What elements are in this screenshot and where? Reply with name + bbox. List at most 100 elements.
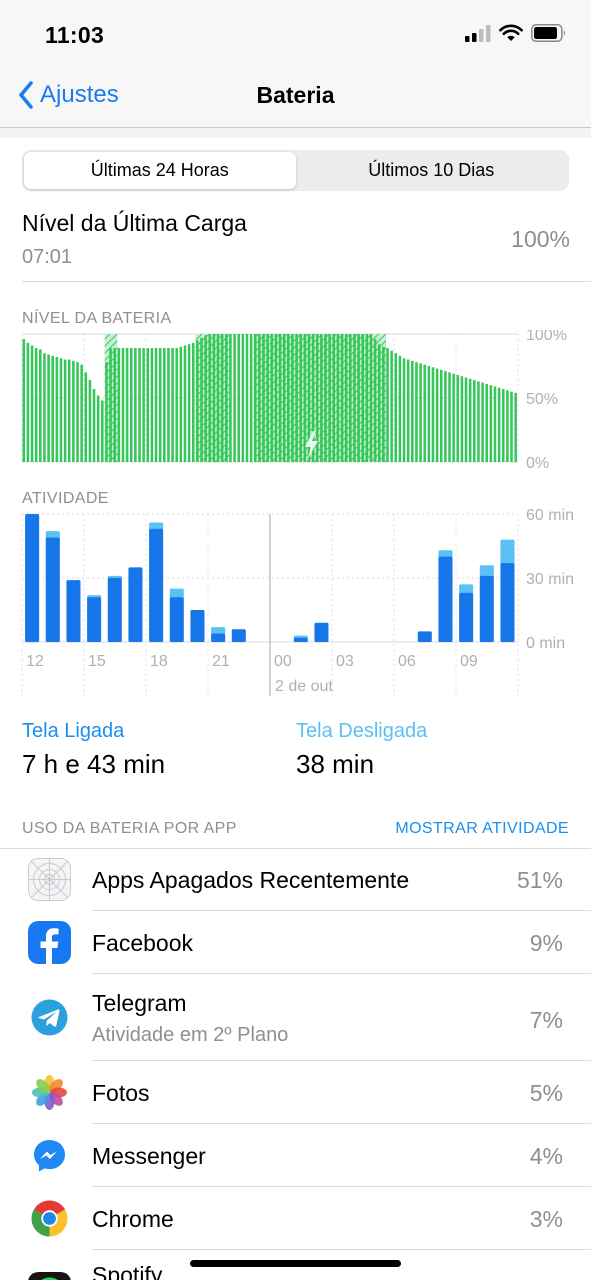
- battery-bar: [336, 334, 340, 462]
- activity-bar-screen-on: [25, 514, 40, 642]
- status-time: 11:03: [45, 22, 105, 48]
- activity-bar-screen-off: [438, 550, 453, 558]
- page-title: Bateria: [256, 82, 335, 108]
- battery-bar: [92, 389, 96, 462]
- app-name: Telegram: [92, 990, 187, 1016]
- facebook-icon: [28, 921, 71, 964]
- photos-icon: [28, 1071, 71, 1114]
- screen-off-label: Tela Desligada: [296, 720, 428, 742]
- x-tick-label: 03: [336, 653, 354, 670]
- activity-bar-screen-off: [500, 539, 515, 565]
- battery-bar: [101, 400, 104, 462]
- app-row-deleted-apps[interactable]: Apps Apagados Recentemente 51%: [0, 849, 591, 911]
- battery-bar: [191, 342, 195, 462]
- activity-bar-screen-off: [459, 584, 474, 594]
- app-subtitle: Atividade em 2º Plano: [92, 1024, 289, 1046]
- battery-bar: [121, 348, 125, 462]
- battery-bar: [452, 373, 455, 462]
- battery-bar: [26, 342, 30, 462]
- navigation-bar: Ajustes Bateria: [0, 70, 591, 128]
- battery-bar: [340, 334, 344, 462]
- battery-bar: [282, 334, 286, 462]
- battery-bar: [146, 348, 150, 462]
- activity-bar-screen-on: [314, 622, 329, 642]
- battery-bar: [427, 366, 431, 462]
- battery-bar: [167, 348, 170, 462]
- activity-bar-screen-on: [87, 597, 102, 642]
- activity-bar-screen-on: [438, 556, 453, 642]
- show-activity-button[interactable]: MOSTRAR ATIVIDADE: [395, 820, 569, 838]
- battery-bar: [76, 362, 79, 462]
- spotify-icon: [28, 1272, 71, 1280]
- battery-bar: [72, 360, 75, 462]
- content-top-band: [0, 128, 591, 138]
- activity-tick-label: 60 min: [526, 508, 574, 524]
- screen-off-value: 38 min: [296, 749, 375, 779]
- activity-tick-label: 30 min: [526, 571, 574, 588]
- battery-bar: [262, 334, 265, 462]
- battery-bar: [39, 349, 42, 462]
- last-charge-time: 07:01: [22, 246, 73, 268]
- app-name: Spotify: [92, 1262, 163, 1280]
- battery-bar: [444, 371, 447, 462]
- battery-bar: [88, 380, 92, 462]
- activity-bar-screen-off: [45, 531, 60, 539]
- battery-bar: [204, 335, 207, 462]
- home-indicator[interactable]: [190, 1260, 401, 1267]
- app-percent: 9%: [529, 930, 563, 956]
- battery-icon: [531, 24, 565, 42]
- app-row-messenger[interactable]: Messenger 4%: [0, 1124, 591, 1187]
- segment-last-10-days[interactable]: Últimos 10 Dias: [296, 152, 568, 189]
- activity-bar-screen-on: [417, 631, 432, 642]
- chrome-icon: [28, 1197, 71, 1240]
- last-charge-title: Nível da Última Carga: [22, 210, 247, 236]
- battery-bar: [63, 359, 67, 462]
- battery-bar: [175, 348, 178, 462]
- activity-bar-screen-on: [479, 575, 494, 642]
- app-percent: 51%: [516, 867, 563, 893]
- battery-bar: [291, 334, 294, 462]
- app-row-chrome[interactable]: Chrome 3%: [0, 1187, 591, 1250]
- battery-bar: [47, 354, 50, 462]
- battery-bar: [179, 346, 183, 462]
- battery-bar: [369, 334, 373, 462]
- battery-level-label: NÍVEL DA BATERIA: [22, 310, 172, 327]
- battery-level-chart: 100% 50% 0%: [21, 330, 567, 470]
- messenger-icon: [28, 1134, 71, 1177]
- battery-bar: [80, 364, 83, 462]
- battery-bar: [233, 334, 236, 462]
- app-row-photos[interactable]: Fotos 5%: [0, 1061, 591, 1124]
- x-tick-label: 15: [88, 653, 106, 670]
- battery-bar: [200, 337, 203, 462]
- battery-bar: [402, 358, 406, 462]
- app-row-telegram[interactable]: Telegram Atividade em 2º Plano 7%: [0, 974, 591, 1061]
- battery-bar: [295, 334, 298, 462]
- battery-bar: [439, 369, 443, 462]
- battery-bar: [30, 345, 34, 462]
- time-range-segmented-control: Últimas 24 Horas Últimos 10 Dias: [22, 150, 569, 191]
- battery-bar: [59, 358, 63, 462]
- battery-bar: [129, 348, 133, 462]
- app-percent: 4%: [529, 1143, 563, 1169]
- divider: [22, 281, 591, 282]
- battery-bar: [43, 353, 46, 462]
- activity-bar-screen-on: [293, 637, 308, 642]
- battery-bar: [138, 348, 141, 462]
- status-icons: [465, 24, 567, 42]
- activity-bar-screen-on: [45, 537, 60, 642]
- deleted-apps-icon: [28, 858, 71, 901]
- x-tick-label: 18: [150, 653, 168, 670]
- app-name: Facebook: [92, 930, 194, 956]
- battery-bar: [411, 360, 414, 462]
- battery-bar: [481, 382, 484, 462]
- battery-bar: [158, 348, 162, 462]
- activity-bar-screen-on: [149, 528, 164, 642]
- activity-bar-screen-on: [169, 597, 184, 642]
- battery-bar: [212, 334, 216, 462]
- app-row-facebook[interactable]: Facebook 9%: [0, 911, 591, 974]
- battery-bar: [208, 334, 212, 462]
- battery-bar: [506, 390, 509, 462]
- segment-last-24-hours[interactable]: Últimas 24 Horas: [24, 152, 296, 189]
- activity-bar-screen-on: [128, 567, 143, 642]
- battery-bar: [134, 348, 137, 462]
